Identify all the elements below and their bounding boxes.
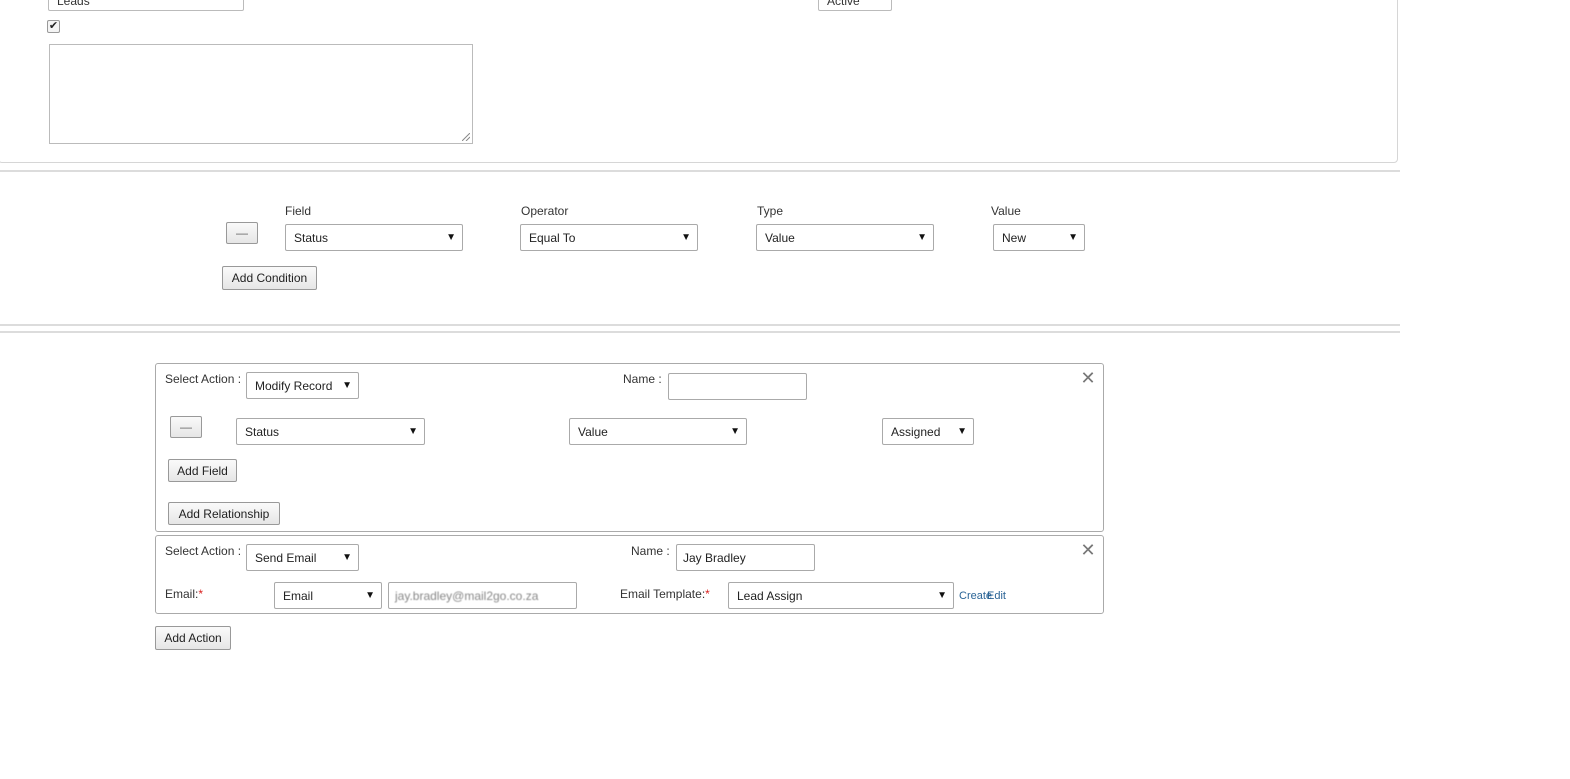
condition-field-select[interactable]: Status ▼ (285, 224, 463, 251)
value-header: Value (991, 204, 1021, 218)
chevron-down-icon: ▼ (937, 590, 947, 601)
modify-type-select[interactable]: Value ▼ (569, 418, 747, 445)
add-action-button[interactable]: Add Action (155, 626, 231, 650)
action-type-select[interactable]: Send Email ▼ (246, 544, 359, 571)
section-divider (0, 324, 1400, 326)
close-icon[interactable]: ✕ (1079, 369, 1097, 387)
description-textarea[interactable] (49, 44, 473, 144)
action-name-label: Name : (631, 544, 670, 558)
action-name-input[interactable] (668, 373, 807, 400)
condition-operator-value: Equal To (529, 230, 576, 245)
chevron-down-icon: ▼ (730, 426, 740, 437)
select-action-label: Select Action : (165, 372, 242, 386)
chevron-down-icon: ▼ (1068, 232, 1078, 243)
email-address-value: jay.bradley@mail2go.co.za (395, 588, 539, 603)
chevron-down-icon: ▼ (365, 590, 375, 601)
email-template-label-text: Email Template: (620, 587, 706, 601)
resize-grip-icon[interactable] (462, 133, 470, 141)
module-value: Leads (57, 0, 90, 8)
condition-field-value: Status (294, 230, 329, 245)
email-template-select[interactable]: Lead Assign ▼ (728, 582, 954, 609)
email-template-label: Email Template:* (620, 587, 710, 601)
email-type-select[interactable]: Email ▼ (274, 582, 382, 609)
required-mark: * (705, 587, 710, 601)
email-label: Email:* (165, 587, 203, 601)
close-icon[interactable]: ✕ (1079, 541, 1097, 559)
edit-template-link[interactable]: Edit (987, 590, 1006, 602)
chevron-down-icon: ▼ (342, 380, 352, 391)
chevron-down-icon: ▼ (917, 232, 927, 243)
remove-condition-button[interactable]: — (226, 222, 258, 244)
remove-field-button[interactable]: — (170, 416, 202, 438)
minus-icon: — (180, 420, 192, 434)
status-value: Active (827, 0, 860, 8)
action-type-value: Modify Record (255, 378, 333, 393)
action-type-value: Send Email (255, 550, 317, 565)
status-select[interactable]: Active (818, 0, 892, 11)
select-action-label: Select Action : (165, 544, 242, 558)
modify-field-value: Status (245, 424, 280, 439)
condition-type-value: Value (765, 230, 795, 245)
section-divider (0, 331, 1400, 333)
section-divider (0, 170, 1400, 172)
action-name-value: Jay Bradley (683, 550, 746, 565)
condition-value-select[interactable]: New ▼ (993, 224, 1085, 251)
run-on-save-checkbox[interactable]: ✔ (47, 20, 60, 33)
modify-field-select[interactable]: Status ▼ (236, 418, 425, 445)
add-condition-button[interactable]: Add Condition (222, 266, 317, 290)
modify-value-value: Assigned (891, 424, 941, 439)
type-header: Type (757, 204, 784, 218)
condition-value-value: New (1002, 230, 1027, 245)
action-name-label: Name : (623, 372, 662, 386)
add-relationship-button[interactable]: Add Relationship (168, 502, 280, 525)
modify-value-select[interactable]: Assigned ▼ (882, 418, 974, 445)
email-label-text: Email: (165, 587, 199, 601)
email-type-value: Email (283, 588, 314, 603)
required-mark: * (198, 587, 204, 601)
chevron-down-icon: ▼ (681, 232, 691, 243)
field-header: Field (285, 204, 312, 218)
chevron-down-icon: ▼ (446, 232, 456, 243)
module-select[interactable]: Leads (48, 0, 244, 11)
chevron-down-icon: ▼ (957, 426, 967, 437)
email-template-value: Lead Assign (737, 588, 803, 603)
email-address-input[interactable]: jay.bradley@mail2go.co.za (388, 582, 577, 609)
minus-icon: — (236, 226, 248, 240)
operator-header: Operator (521, 204, 569, 218)
action-name-input[interactable]: Jay Bradley (676, 544, 815, 571)
condition-type-select[interactable]: Value ▼ (756, 224, 934, 251)
chevron-down-icon: ▼ (408, 426, 418, 437)
add-field-button[interactable]: Add Field (168, 459, 237, 482)
chevron-down-icon: ▼ (342, 552, 352, 563)
condition-operator-select[interactable]: Equal To ▼ (520, 224, 698, 251)
modify-type-value: Value (578, 424, 608, 439)
check-icon: ✔ (48, 20, 59, 32)
action-type-select[interactable]: Modify Record ▼ (246, 372, 359, 399)
